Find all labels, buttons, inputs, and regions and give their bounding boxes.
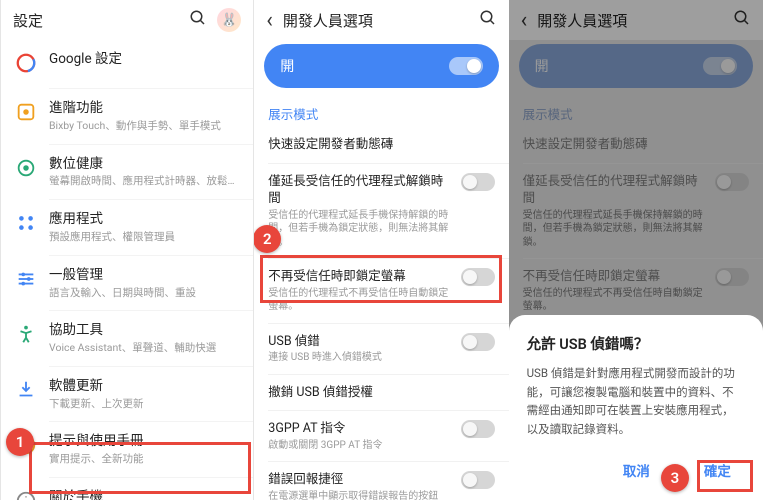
dialog-body: USB 偵錯是針對應用程式開發而設計的功能，可讓您複製電腦和裝置中的資料、不需經…: [527, 364, 745, 438]
list-item[interactable]: 軟體更新下載更新、上次更新: [1, 367, 253, 422]
list-item[interactable]: 應用程式預設應用程式、權限管理員: [1, 200, 253, 255]
option-label: USB 偵錯: [268, 333, 450, 351]
about-icon: [15, 490, 37, 500]
toggle-on-icon: [449, 57, 483, 75]
toggle-off-icon[interactable]: [461, 173, 495, 191]
settings-panel: 設定 🐰 Google 設定 進階功能Bixby Touch、動作與手勢、單手模…: [0, 0, 254, 500]
option-row[interactable]: 3GPP AT 指令啟動或關閉 3GPP AT 指令: [254, 411, 508, 461]
list-item[interactable]: 一般管理語言及輸入、日期與時間、重設: [1, 256, 253, 311]
list-item-label: 提示與使用手冊: [49, 432, 239, 451]
list-item-sub: 下載更新、上次更新: [49, 397, 239, 412]
advanced-icon: [15, 101, 37, 123]
master-toggle[interactable]: 開: [264, 44, 498, 88]
list-item-label: 協助工具: [49, 321, 239, 340]
step-badge-1: 1: [6, 428, 34, 456]
google-icon: [15, 52, 37, 74]
search-icon[interactable]: [479, 9, 497, 31]
list-item[interactable]: ? 提示與使用手冊實用提示、全新功能: [1, 422, 253, 477]
list-item-sub: 語言及輸入、日期與時間、重設: [49, 286, 239, 301]
option-sub: 受信任的代理程式延長手機保持解鎖的時間，但若手機為鎖定狀態，則無法將其解鎖。: [268, 209, 450, 250]
back-icon[interactable]: ‹: [266, 8, 273, 33]
list-item[interactable]: Google 設定: [1, 40, 253, 88]
page-title: 設定: [13, 10, 179, 31]
settings-list: Google 設定 進階功能Bixby Touch、動作與手勢、單手模式 數位健…: [1, 40, 253, 500]
list-item-label: Google 設定: [49, 50, 239, 69]
accessibility-icon: [15, 323, 37, 345]
update-icon: [15, 379, 37, 401]
dialog-actions: 取消 確定: [527, 454, 745, 486]
option-row[interactable]: 不再受信任時即鎖定螢幕受信任的代理程式不再受信任時自動鎖定螢幕。: [254, 259, 508, 323]
option-sub: 連接 USB 時進入偵錯模式: [268, 351, 450, 365]
option-row[interactable]: 錯誤回報捷徑在電源選單中顯示取得錯誤報告的按鈕: [254, 462, 508, 500]
master-toggle-label: 開: [280, 56, 294, 76]
option-label: 錯誤回報捷徑: [268, 471, 450, 489]
toggle-off-icon[interactable]: [461, 333, 495, 351]
option-sub: 啟動或關閉 3GPP AT 指令: [268, 439, 450, 453]
list-item-label: 一般管理: [49, 266, 239, 285]
developer-options-panel: ‹ 開發人員選項 開 展示模式 快速設定開發者動態磚 僅延長受信任的代理程式解鎖…: [254, 0, 508, 500]
option-sub: 在電源選單中顯示取得錯誤報告的按鈕: [268, 490, 450, 500]
page-title: 開發人員選項: [283, 10, 469, 31]
option-label: 僅延長受信任的代理程式解鎖時間: [268, 173, 450, 208]
general-icon: [15, 268, 37, 290]
toggle-off-icon[interactable]: [461, 268, 495, 286]
section-header: 展示模式: [254, 96, 508, 127]
list-item-sub: 預設應用程式、權限管理員: [49, 230, 239, 245]
list-item-sub: Voice Assistant、單聲道、輔助快選: [49, 341, 239, 356]
topbar: 設定 🐰: [1, 0, 253, 40]
option-sub: 受信任的代理程式不再受信任時自動鎖定螢幕。: [268, 287, 450, 314]
option-row[interactable]: 撤銷 USB 偵錯授權: [254, 375, 508, 411]
list-item-label: 應用程式: [49, 210, 239, 229]
toggle-off-icon[interactable]: [461, 471, 495, 489]
avatar[interactable]: 🐰: [217, 8, 241, 32]
option-label: 3GPP AT 指令: [268, 420, 450, 438]
ok-button[interactable]: 確定: [694, 454, 741, 486]
list-item-label: 關於手機: [49, 488, 239, 500]
list-item[interactable]: 協助工具Voice Assistant、單聲道、輔助快選: [1, 311, 253, 366]
topbar: ‹ 開發人員選項: [254, 0, 508, 40]
list-item-label: 數位健康: [49, 155, 239, 174]
option-row[interactable]: 快速設定開發者動態磚: [254, 127, 508, 163]
list-item-label: 軟體更新: [49, 377, 239, 396]
list-item-sub: 實用提示、全新功能: [49, 452, 239, 467]
option-label: 撤銷 USB 偵錯授權: [268, 384, 494, 402]
search-icon[interactable]: [189, 9, 207, 31]
apps-icon: [15, 212, 37, 234]
health-icon: [15, 157, 37, 179]
toggle-off-icon[interactable]: [461, 420, 495, 438]
cancel-button[interactable]: 取消: [613, 454, 660, 486]
usb-debugging-row[interactable]: USB 偵錯連接 USB 時進入偵錯模式: [254, 324, 508, 374]
list-item-label: 進階功能: [49, 99, 239, 118]
list-item-sub: Bixby Touch、動作與手勢、單手模式: [49, 119, 239, 134]
step-badge-3: 3: [661, 464, 689, 492]
list-item[interactable]: 數位健康螢幕開啟時間、應用程式計時器、放鬆模式: [1, 145, 253, 200]
dialog-title: 允許 USB 偵錯嗎？: [527, 333, 745, 354]
confirm-dialog-panel: ‹ 開發人員選項 開 展示模式 快速設定開發者動態磚 僅延長受信任的代理程式解鎖…: [509, 0, 763, 500]
option-label: 不再受信任時即鎖定螢幕: [268, 268, 450, 286]
list-item-sub: 螢幕開啟時間、應用程式計時器、放鬆模式: [49, 174, 239, 189]
list-item[interactable]: 進階功能Bixby Touch、動作與手勢、單手模式: [1, 89, 253, 144]
option-row[interactable]: 僅延長受信任的代理程式解鎖時間受信任的代理程式延長手機保持解鎖的時間，但若手機為…: [254, 164, 508, 259]
list-item[interactable]: 關於手機狀態、法律資訊、手機名稱: [1, 478, 253, 500]
usb-debug-dialog: 允許 USB 偵錯嗎？ USB 偵錯是針對應用程式開發而設計的功能，可讓您複製電…: [509, 315, 763, 500]
option-label: 快速設定開發者動態磚: [268, 136, 494, 154]
